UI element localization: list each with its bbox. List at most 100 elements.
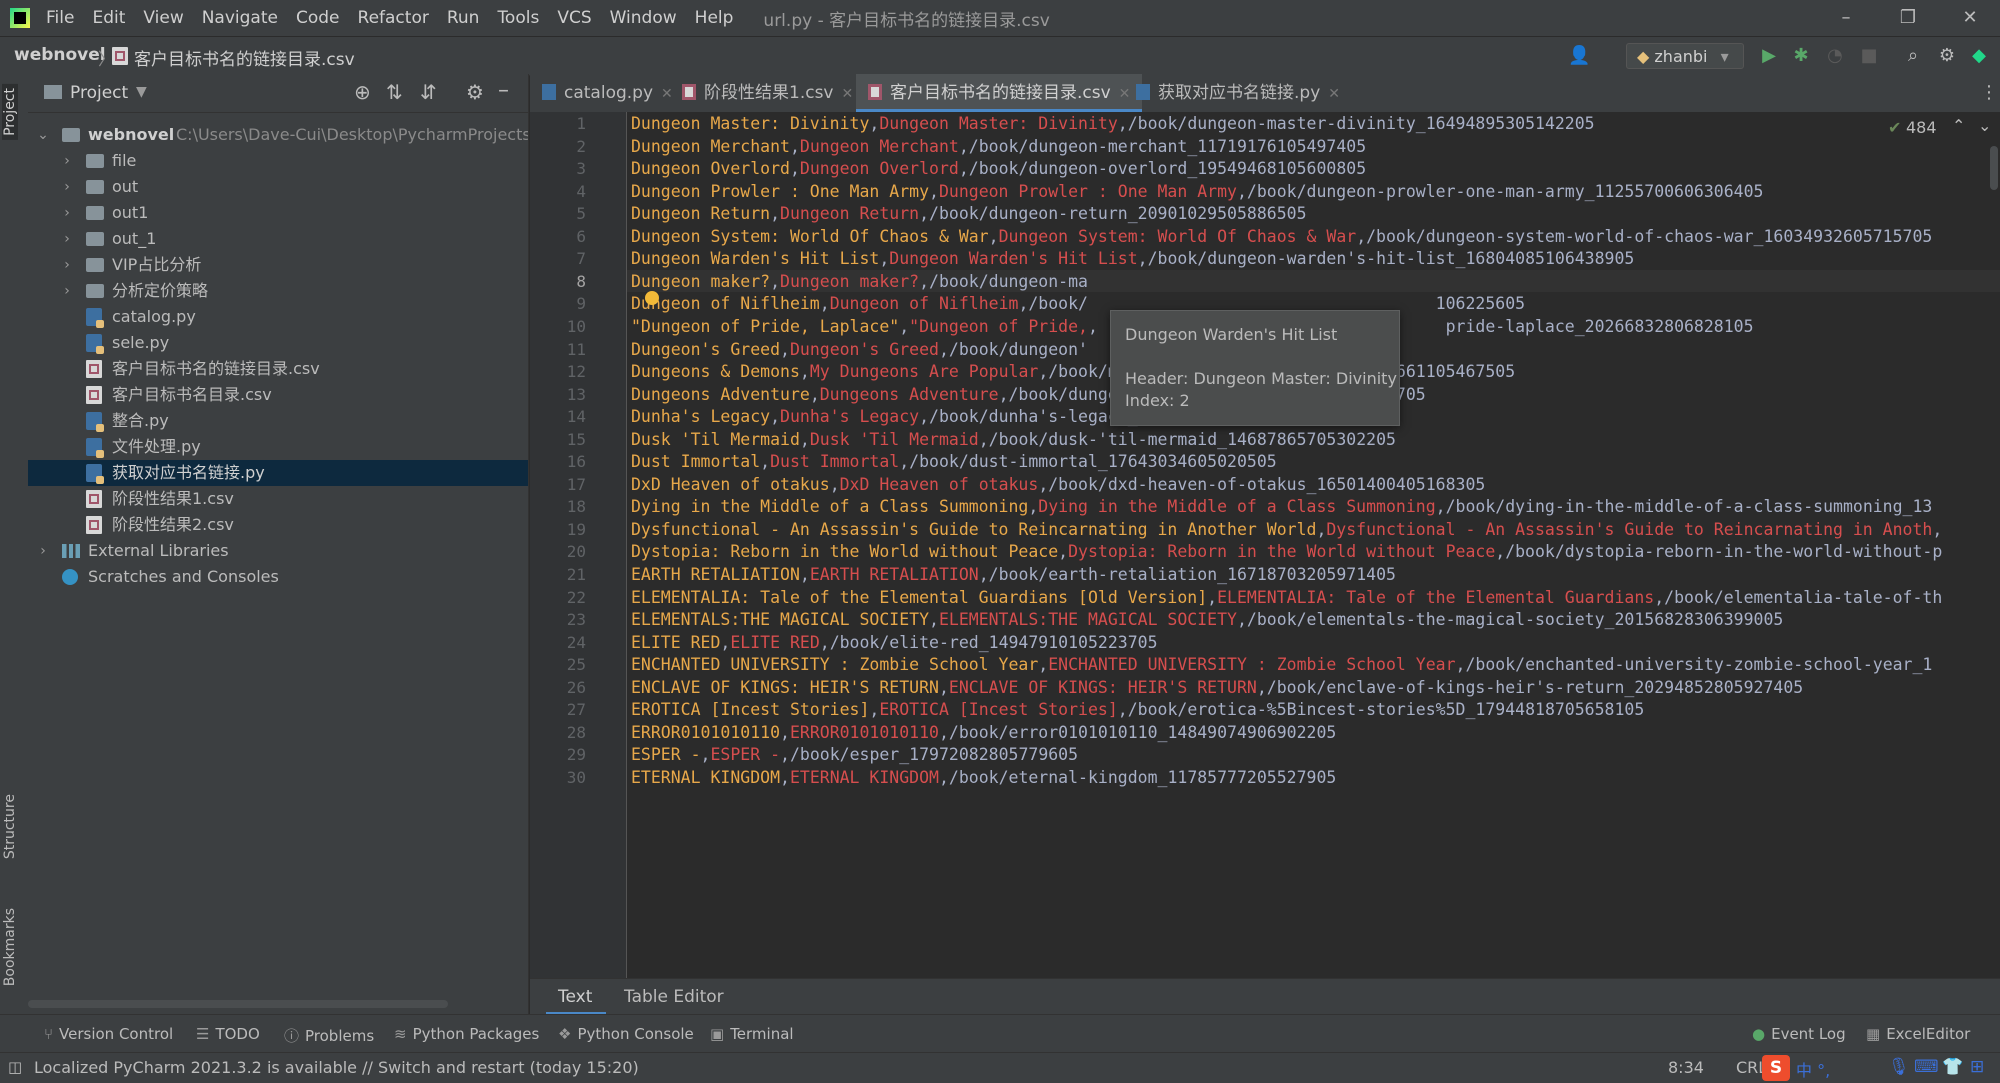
tree-item-folder[interactable]: › VIP占比分析 xyxy=(28,252,528,278)
chevron-up-icon[interactable]: ⌃ xyxy=(1952,116,1965,135)
csv-line[interactable]: Dungeon maker?,Dungeon maker?,/book/dung… xyxy=(631,272,1088,291)
breadcrumb-project[interactable]: webnovel xyxy=(14,45,106,65)
csv-line[interactable]: ELITE RED,ELITE RED,/book/elite-red_1494… xyxy=(631,633,1158,652)
side-tab-structure[interactable]: Structure xyxy=(2,794,18,859)
vertical-scrollbar[interactable] xyxy=(1990,146,1998,190)
csv-line[interactable]: Dungeon Prowler : One Man Army,Dungeon P… xyxy=(631,182,1763,201)
csv-line[interactable]: Dungeon Master: Divinity,Dungeon Master:… xyxy=(631,114,1595,133)
csv-line[interactable]: ERROR0101010110,ERROR0101010110,/book/er… xyxy=(631,723,1336,742)
tree-item-folder[interactable]: › 分析定价策略 xyxy=(28,278,528,304)
menu-window[interactable]: Window xyxy=(610,8,677,28)
collapse-all-icon[interactable]: ⇵ xyxy=(420,80,437,104)
inspection-ok-icon[interactable]: ✔ xyxy=(1888,118,1901,137)
tree-item-folder[interactable]: › out1 xyxy=(28,200,528,226)
csv-line[interactable]: ELEMENTALS:THE MAGICAL SOCIETY,ELEMENTAL… xyxy=(631,610,1783,629)
intention-bulb-icon[interactable] xyxy=(645,291,659,305)
locate-file-icon[interactable]: ⊕ xyxy=(354,80,371,104)
tree-item-file[interactable]: sele.py xyxy=(28,330,528,356)
run-config-selector[interactable]: ◆ zhanbi ▾ xyxy=(1626,43,1744,69)
coverage-icon[interactable]: ◔ xyxy=(1824,45,1846,67)
microphone-icon[interactable]: 🎙 xyxy=(1888,1057,1910,1077)
tree-item-file[interactable]: 文件处理.py xyxy=(28,434,528,460)
csv-line[interactable]: Dusk 'Til Mermaid,Dusk 'Til Mermaid,/boo… xyxy=(631,430,1396,449)
csv-line[interactable]: ENCHANTED UNIVERSITY : Zombie School Yea… xyxy=(631,655,1932,674)
toolbox-icon[interactable]: ◆ xyxy=(1968,45,1990,67)
skin-icon[interactable]: 👕 xyxy=(1942,1057,1963,1077)
chevron-right-icon[interactable]: › xyxy=(60,174,74,200)
close-tab-icon[interactable]: ✕ xyxy=(841,86,853,102)
side-tab-project[interactable]: Project xyxy=(2,84,18,140)
tree-item-file[interactable]: 阶段性结果2.csv xyxy=(28,512,528,538)
csv-line[interactable]: ETERNAL KINGDOM,ETERNAL KINGDOM,/book/et… xyxy=(631,768,1336,787)
chevron-right-icon[interactable]: › xyxy=(60,278,74,304)
tool-terminal[interactable]: ▣ Terminal xyxy=(710,1025,794,1043)
caret-position[interactable]: 8:34 xyxy=(1668,1058,1704,1077)
ime-toolbar[interactable]: S 中 °, 🎙 ⌨ 👕 ⊞ xyxy=(1762,1055,2000,1081)
menu-tools[interactable]: Tools xyxy=(497,8,539,28)
csv-line[interactable]: Dungeon Warden's Hit List,Dungeon Warden… xyxy=(631,249,1634,268)
tool-python-packages[interactable]: ≋ Python Packages xyxy=(394,1025,539,1043)
project-view-selector[interactable]: Project xyxy=(70,83,128,103)
tool-problems[interactable]: ⓘ Problems xyxy=(284,1025,374,1046)
status-message[interactable]: Localized PyCharm 2021.3.2 is available … xyxy=(34,1058,639,1077)
tab-text[interactable]: Text xyxy=(558,987,592,1007)
tab-active-csv[interactable]: 客户目标书名的链接目录.csv ✕ xyxy=(856,74,1143,112)
csv-line[interactable]: Dungeon's Greed,Dungeon's Greed,/book/du… xyxy=(631,340,1088,359)
chevron-down-icon[interactable]: ▼ xyxy=(136,84,147,100)
horizontal-scrollbar[interactable] xyxy=(28,1000,448,1008)
tool-excel-editor[interactable]: ▦ ExcelEditor xyxy=(1866,1025,1970,1043)
chevron-right-icon[interactable]: › xyxy=(60,226,74,252)
csv-line[interactable]: EARTH RETALIATION,EARTH RETALIATION,/boo… xyxy=(631,565,1396,584)
tool-todo[interactable]: ☰ TODO xyxy=(196,1025,260,1043)
csv-line[interactable]: Dungeon Overlord,Dungeon Overlord,/book/… xyxy=(631,159,1366,178)
close-window-icon[interactable]: ✕ xyxy=(1950,4,1990,32)
chevron-right-icon[interactable]: › xyxy=(36,538,50,564)
menu-help[interactable]: Help xyxy=(695,8,734,28)
tool-version-control[interactable]: ⑂ Version Control xyxy=(44,1025,173,1043)
csv-line[interactable]: Dysfunctional - An Assassin's Guide to R… xyxy=(631,520,1942,539)
tool-windows-toggle-icon[interactable]: ◫ xyxy=(8,1058,22,1076)
csv-line[interactable]: Dying in the Middle of a Class Summoning… xyxy=(631,497,1932,516)
keyboard-icon[interactable]: ⌨ xyxy=(1914,1057,1939,1077)
tree-item-file[interactable]: 客户目标书名的链接目录.csv xyxy=(28,356,528,382)
tree-item-file[interactable]: catalog.py xyxy=(28,304,528,330)
more-tabs-icon[interactable]: ⋮ xyxy=(1980,82,1998,103)
search-icon[interactable]: ⌕ xyxy=(1902,45,1924,67)
csv-line[interactable]: Dungeon Merchant,Dungeon Merchant,/book/… xyxy=(631,137,1366,156)
tab-get-link-py[interactable]: 获取对应书名链接.py ✕ xyxy=(1136,74,1340,112)
menu-code[interactable]: Code xyxy=(296,8,340,28)
tab-catalog-py[interactable]: catalog.py ✕ xyxy=(542,74,673,112)
menu-navigate[interactable]: Navigate xyxy=(202,8,278,28)
tree-item-file[interactable]: 阶段性结果1.csv xyxy=(28,486,528,512)
menu-refactor[interactable]: Refactor xyxy=(358,8,429,28)
csv-line[interactable]: ENCLAVE OF KINGS: HEIR'S RETURN,ENCLAVE … xyxy=(631,678,1803,697)
toolbox-grid-icon[interactable]: ⊞ xyxy=(1970,1057,1984,1077)
minimize-icon[interactable]: – xyxy=(1826,4,1866,32)
debug-icon[interactable]: ✱ xyxy=(1790,45,1812,67)
menu-vcs[interactable]: VCS xyxy=(557,8,591,28)
run-icon[interactable]: ▶ xyxy=(1758,45,1780,67)
close-tab-icon[interactable]: ✕ xyxy=(1119,86,1131,102)
tree-root-webnovel[interactable]: ⌄ webnovel C:\Users\Dave-Cui\Desktop\Pyc… xyxy=(28,122,528,148)
menu-view[interactable]: View xyxy=(143,8,183,28)
csv-line[interactable]: Dungeon System: World Of Chaos & War,Dun… xyxy=(631,227,1932,246)
side-tab-bookmarks[interactable]: Bookmarks xyxy=(2,908,18,986)
csv-line[interactable]: DxD Heaven of otakus,DxD Heaven of otaku… xyxy=(631,475,1485,494)
close-tab-icon[interactable]: ✕ xyxy=(1328,86,1340,102)
csv-line[interactable]: Dystopia: Reborn in the World without Pe… xyxy=(631,542,1942,561)
restore-icon[interactable]: ❐ xyxy=(1888,4,1928,32)
tree-item-external-libraries[interactable]: › External Libraries xyxy=(28,538,528,564)
tool-python-console[interactable]: ❖ Python Console xyxy=(558,1025,694,1043)
chevron-down-icon[interactable]: ⌄ xyxy=(1978,116,1991,135)
csv-line[interactable]: ESPER -,ESPER -,/book/esper_179720828057… xyxy=(631,745,1078,764)
tree-item-folder[interactable]: › out xyxy=(28,174,528,200)
menu-file[interactable]: File xyxy=(46,8,74,28)
menu-run[interactable]: Run xyxy=(447,8,480,28)
expand-all-icon[interactable]: ⇅ xyxy=(386,80,403,104)
csv-line[interactable]: Dust Immortal,Dust Immortal,/book/dust-i… xyxy=(631,452,1277,471)
tree-item-folder[interactable]: › file xyxy=(28,148,528,174)
tab-table-editor[interactable]: Table Editor xyxy=(624,987,724,1007)
tree-item-file-selected[interactable]: 获取对应书名链接.py xyxy=(28,460,528,486)
hide-panel-icon[interactable]: – xyxy=(498,78,509,103)
chevron-right-icon[interactable]: › xyxy=(60,252,74,278)
